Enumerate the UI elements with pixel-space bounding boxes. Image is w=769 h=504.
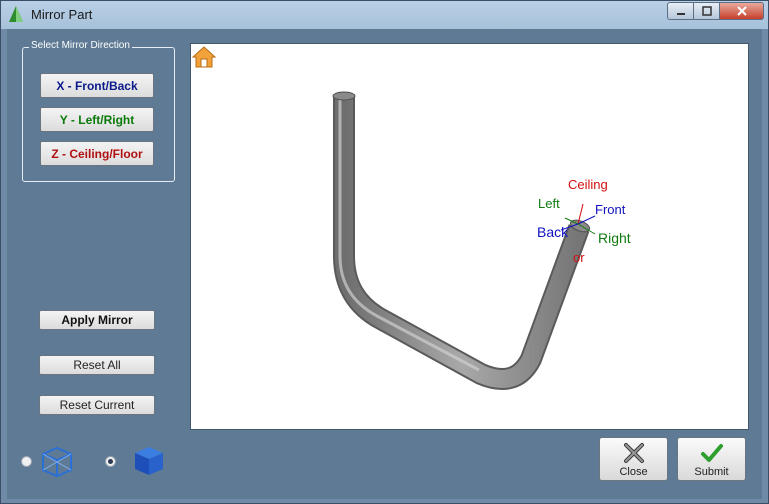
close-icon [624, 443, 644, 463]
axis-label-floor: or [573, 250, 585, 265]
axis-label-left: Left [538, 196, 560, 211]
reset-all-button[interactable]: Reset All [39, 355, 155, 375]
close-button[interactable]: Close [599, 437, 668, 481]
minimize-button[interactable] [667, 2, 694, 20]
app-icon [9, 6, 23, 22]
wireframe-view-radio[interactable] [21, 456, 32, 467]
mirror-direction-group-label: Select Mirror Direction [29, 40, 132, 51]
tube-part-render [332, 91, 596, 390]
axis-label-ceiling: Ceiling [568, 177, 608, 192]
reset-current-button[interactable]: Reset Current [39, 395, 155, 415]
window-controls [667, 2, 764, 20]
axis-label-right: Right [598, 230, 631, 246]
submit-button-label: Submit [694, 466, 729, 478]
mirror-x-button[interactable]: X - Front/Back [40, 73, 154, 98]
maximize-button[interactable] [694, 2, 720, 20]
title-bar[interactable]: Mirror Part [1, 1, 768, 27]
checkmark-icon [701, 444, 723, 462]
close-button-label: Close [619, 466, 648, 478]
axis-label-back: Back [537, 224, 569, 240]
window-close-button[interactable] [720, 2, 764, 20]
mirror-part-window: Mirror Part Select Mirror Direction X - … [0, 0, 769, 504]
3d-viewport[interactable]: Ceiling Left Front Back Right or [190, 43, 749, 430]
maximize-icon [701, 6, 712, 16]
window-title: Mirror Part [31, 7, 93, 22]
submit-button[interactable]: Submit [677, 437, 746, 481]
minimize-icon [676, 13, 685, 15]
client-area: Select Mirror Direction X - Front/Back Y… [7, 29, 762, 499]
wireframe-cube-icon[interactable] [40, 446, 74, 478]
mirror-y-button[interactable]: Y - Left/Right [40, 107, 154, 132]
apply-mirror-button[interactable]: Apply Mirror [39, 310, 155, 330]
mirror-z-button[interactable]: Z - Ceiling/Floor [40, 141, 154, 166]
close-x-icon [736, 6, 747, 16]
solid-cube-icon[interactable] [132, 445, 166, 477]
mirror-direction-group: Select Mirror Direction X - Front/Back Y… [22, 40, 175, 182]
solid-view-radio[interactable] [105, 456, 116, 467]
axis-label-front: Front [595, 202, 626, 217]
